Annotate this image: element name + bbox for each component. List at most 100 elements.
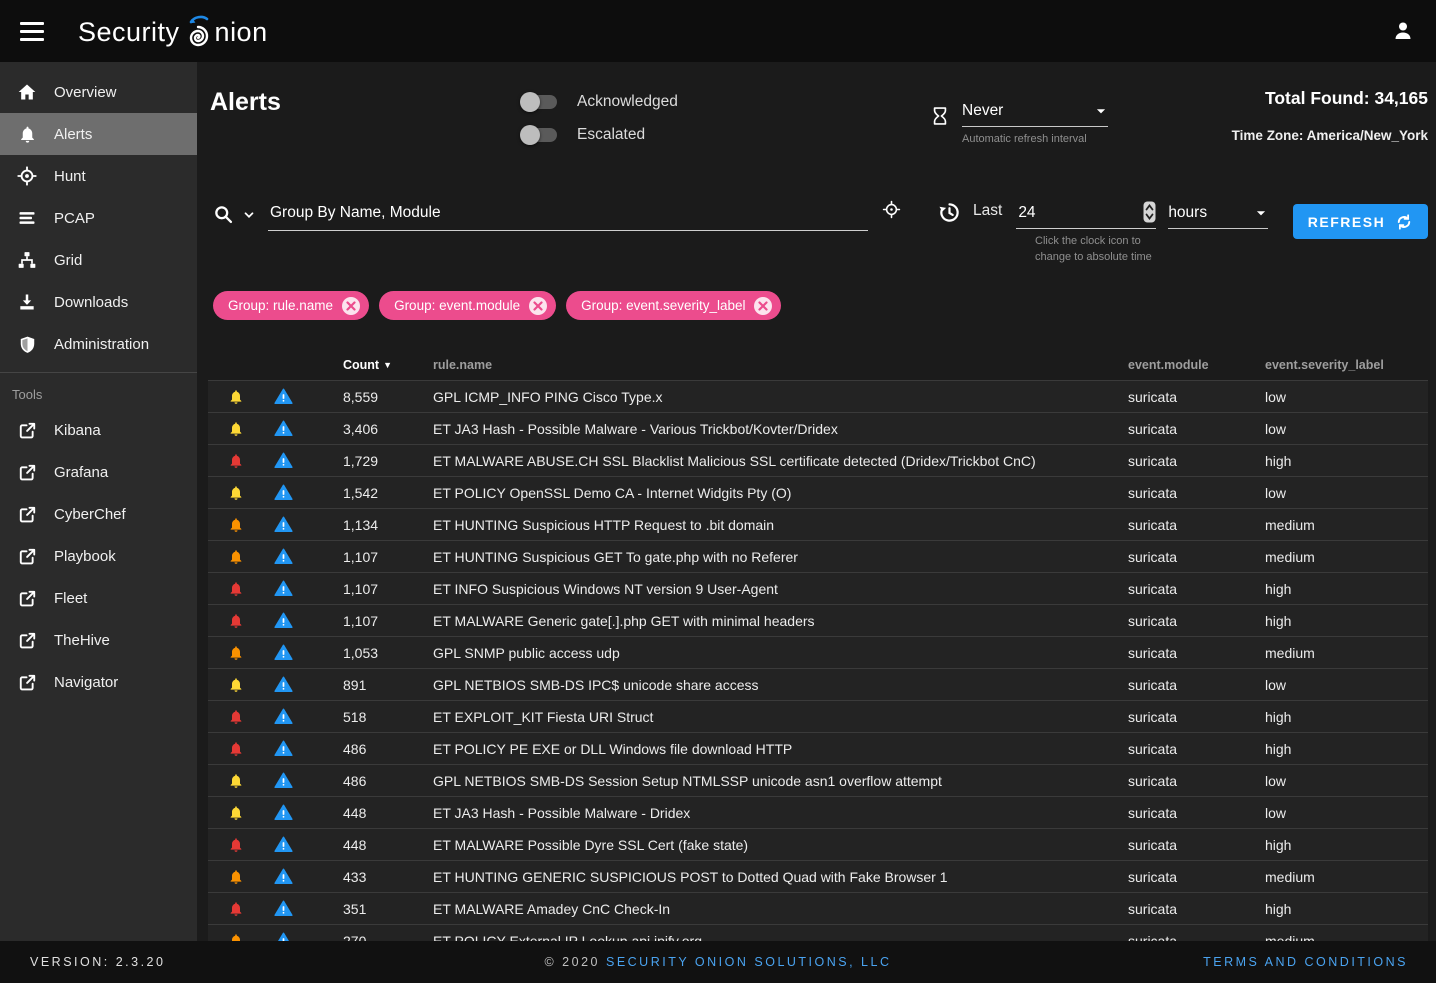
alert-info-cell[interactable] [263, 707, 303, 726]
column-header-event-severity-label[interactable]: event.severity_label [1265, 358, 1428, 372]
alert-info-cell[interactable] [263, 387, 303, 406]
alert-bell-cell[interactable] [208, 869, 263, 885]
sidebar-item-grid[interactable]: Grid [0, 239, 197, 281]
refresh-button[interactable]: REFRESH [1293, 204, 1428, 239]
alert-info-cell[interactable] [263, 515, 303, 534]
onion-spiral-icon [182, 14, 214, 52]
close-icon[interactable] [529, 297, 547, 315]
table-row[interactable]: 1,107 ET INFO Suspicious Windows NT vers… [208, 572, 1428, 604]
table-row[interactable]: 433 ET HUNTING GENERIC SUSPICIOUS POST t… [208, 860, 1428, 892]
time-range-unit-select[interactable]: hours [1168, 204, 1268, 229]
sidebar-item-navigator[interactable]: Navigator [0, 661, 197, 703]
table-row[interactable]: 1,107 ET HUNTING Suspicious GET To gate.… [208, 540, 1428, 572]
escalated-toggle[interactable] [523, 128, 557, 142]
alert-bell-cell[interactable] [208, 805, 263, 821]
severity-bell-icon [228, 869, 244, 885]
table-row[interactable]: 351 ET MALWARE Amadey CnC Check-In suric… [208, 892, 1428, 924]
alert-bell-cell[interactable] [208, 837, 263, 853]
alerts-table: Count ▼ rule.name event.module event.sev… [208, 350, 1428, 956]
search-input[interactable] [268, 200, 868, 230]
hourglass-icon[interactable] [930, 105, 950, 127]
table-row[interactable]: 1,729 ET MALWARE ABUSE.CH SSL Blacklist … [208, 444, 1428, 476]
alert-info-cell[interactable] [263, 739, 303, 758]
sidebar-item-downloads[interactable]: Downloads [0, 281, 197, 323]
close-icon[interactable] [342, 297, 360, 315]
table-row[interactable]: 448 ET MALWARE Possible Dyre SSL Cert (f… [208, 828, 1428, 860]
sidebar-item-thehive[interactable]: TheHive [0, 619, 197, 661]
alert-bell-cell[interactable] [208, 389, 263, 405]
refresh-interval-select[interactable]: Never [962, 102, 1108, 127]
alert-bell-cell[interactable] [208, 485, 263, 501]
rule-name-cell: ET MALWARE Generic gate[.].php GET with … [433, 613, 1128, 629]
sidebar-item-alerts[interactable]: Alerts [0, 113, 197, 155]
acknowledged-toggle[interactable] [523, 95, 557, 109]
alert-bell-cell[interactable] [208, 741, 263, 757]
alert-info-cell[interactable] [263, 867, 303, 886]
group-chip-event-module[interactable]: Group: event.module [379, 291, 556, 320]
target-crosshair-icon[interactable] [882, 200, 901, 219]
alert-info-cell[interactable] [263, 611, 303, 630]
alert-info-cell[interactable] [263, 579, 303, 598]
table-row[interactable]: 1,053 GPL SNMP public access udp suricat… [208, 636, 1428, 668]
stepper-icon[interactable] [1143, 201, 1156, 223]
table-row[interactable]: 1,542 ET POLICY OpenSSL Demo CA - Intern… [208, 476, 1428, 508]
company-link[interactable]: SECURITY ONION SOLUTIONS, LLC [606, 955, 892, 969]
logo-text-suffix: nion [215, 17, 268, 48]
history-clock-icon[interactable] [938, 201, 961, 224]
close-icon[interactable] [754, 297, 772, 315]
alert-bell-cell[interactable] [208, 453, 263, 469]
table-row[interactable]: 891 GPL NETBIOS SMB-DS IPC$ unicode shar… [208, 668, 1428, 700]
sidebar-item-fleet[interactable]: Fleet [0, 577, 197, 619]
alert-bell-cell[interactable] [208, 421, 263, 437]
alert-info-cell[interactable] [263, 419, 303, 438]
sidebar-item-administration[interactable]: Administration [0, 323, 197, 365]
alert-info-cell[interactable] [263, 803, 303, 822]
alert-bell-cell[interactable] [208, 901, 263, 917]
table-row[interactable]: 486 ET POLICY PE EXE or DLL Windows file… [208, 732, 1428, 764]
alert-info-cell[interactable] [263, 771, 303, 790]
chevron-down-icon[interactable] [242, 208, 256, 222]
group-chip-rule-name[interactable]: Group: rule.name [213, 291, 369, 320]
table-row[interactable]: 1,134 ET HUNTING Suspicious HTTP Request… [208, 508, 1428, 540]
event-module-cell: suricata [1128, 485, 1265, 501]
alert-info-cell[interactable] [263, 643, 303, 662]
alert-bell-cell[interactable] [208, 581, 263, 597]
alert-bell-cell[interactable] [208, 773, 263, 789]
sidebar-item-cyberchef[interactable]: CyberChef [0, 493, 197, 535]
alert-info-cell[interactable] [263, 835, 303, 854]
alert-info-cell[interactable] [263, 675, 303, 694]
column-header-event-module[interactable]: event.module [1128, 358, 1265, 372]
table-row[interactable]: 3,406 ET JA3 Hash - Possible Malware - V… [208, 412, 1428, 444]
sidebar-item-kibana[interactable]: Kibana [0, 409, 197, 451]
alert-info-cell[interactable] [263, 483, 303, 502]
sidebar-item-overview[interactable]: Overview [0, 71, 197, 113]
alerts-table-body: 8,559 GPL ICMP_INFO PING Cisco Type.x su… [208, 380, 1428, 956]
table-row[interactable]: 518 ET EXPLOIT_KIT Fiesta URI Struct sur… [208, 700, 1428, 732]
alert-info-cell[interactable] [263, 451, 303, 470]
column-header-rule-name[interactable]: rule.name [433, 358, 1128, 372]
menu-icon[interactable] [14, 13, 50, 49]
alert-info-cell[interactable] [263, 547, 303, 566]
alert-bell-cell[interactable] [208, 709, 263, 725]
alert-bell-cell[interactable] [208, 613, 263, 629]
terms-and-conditions-link[interactable]: TERMS AND CONDITIONS [1203, 955, 1408, 969]
group-chip-event-severity-label[interactable]: Group: event.severity_label [566, 291, 781, 320]
sidebar-item-hunt[interactable]: Hunt [0, 155, 197, 197]
alert-bell-cell[interactable] [208, 517, 263, 533]
alert-info-cell[interactable] [263, 899, 303, 918]
table-row[interactable]: 1,107 ET MALWARE Generic gate[.].php GET… [208, 604, 1428, 636]
alert-bell-cell[interactable] [208, 677, 263, 693]
severity-bell-icon [228, 549, 244, 565]
table-row[interactable]: 448 ET JA3 Hash - Possible Malware - Dri… [208, 796, 1428, 828]
table-row[interactable]: 8,559 GPL ICMP_INFO PING Cisco Type.x su… [208, 380, 1428, 412]
alert-bell-cell[interactable] [208, 645, 263, 661]
user-account-button[interactable] [1386, 14, 1420, 48]
sidebar-item-pcap[interactable]: PCAP [0, 197, 197, 239]
time-range-quantity-input[interactable] [1016, 200, 1106, 224]
column-header-count[interactable]: Count ▼ [303, 358, 433, 372]
sidebar-item-grafana[interactable]: Grafana [0, 451, 197, 493]
search-icon[interactable] [213, 204, 234, 225]
alert-bell-cell[interactable] [208, 549, 263, 565]
sidebar-item-playbook[interactable]: Playbook [0, 535, 197, 577]
table-row[interactable]: 486 GPL NETBIOS SMB-DS Session Setup NTM… [208, 764, 1428, 796]
